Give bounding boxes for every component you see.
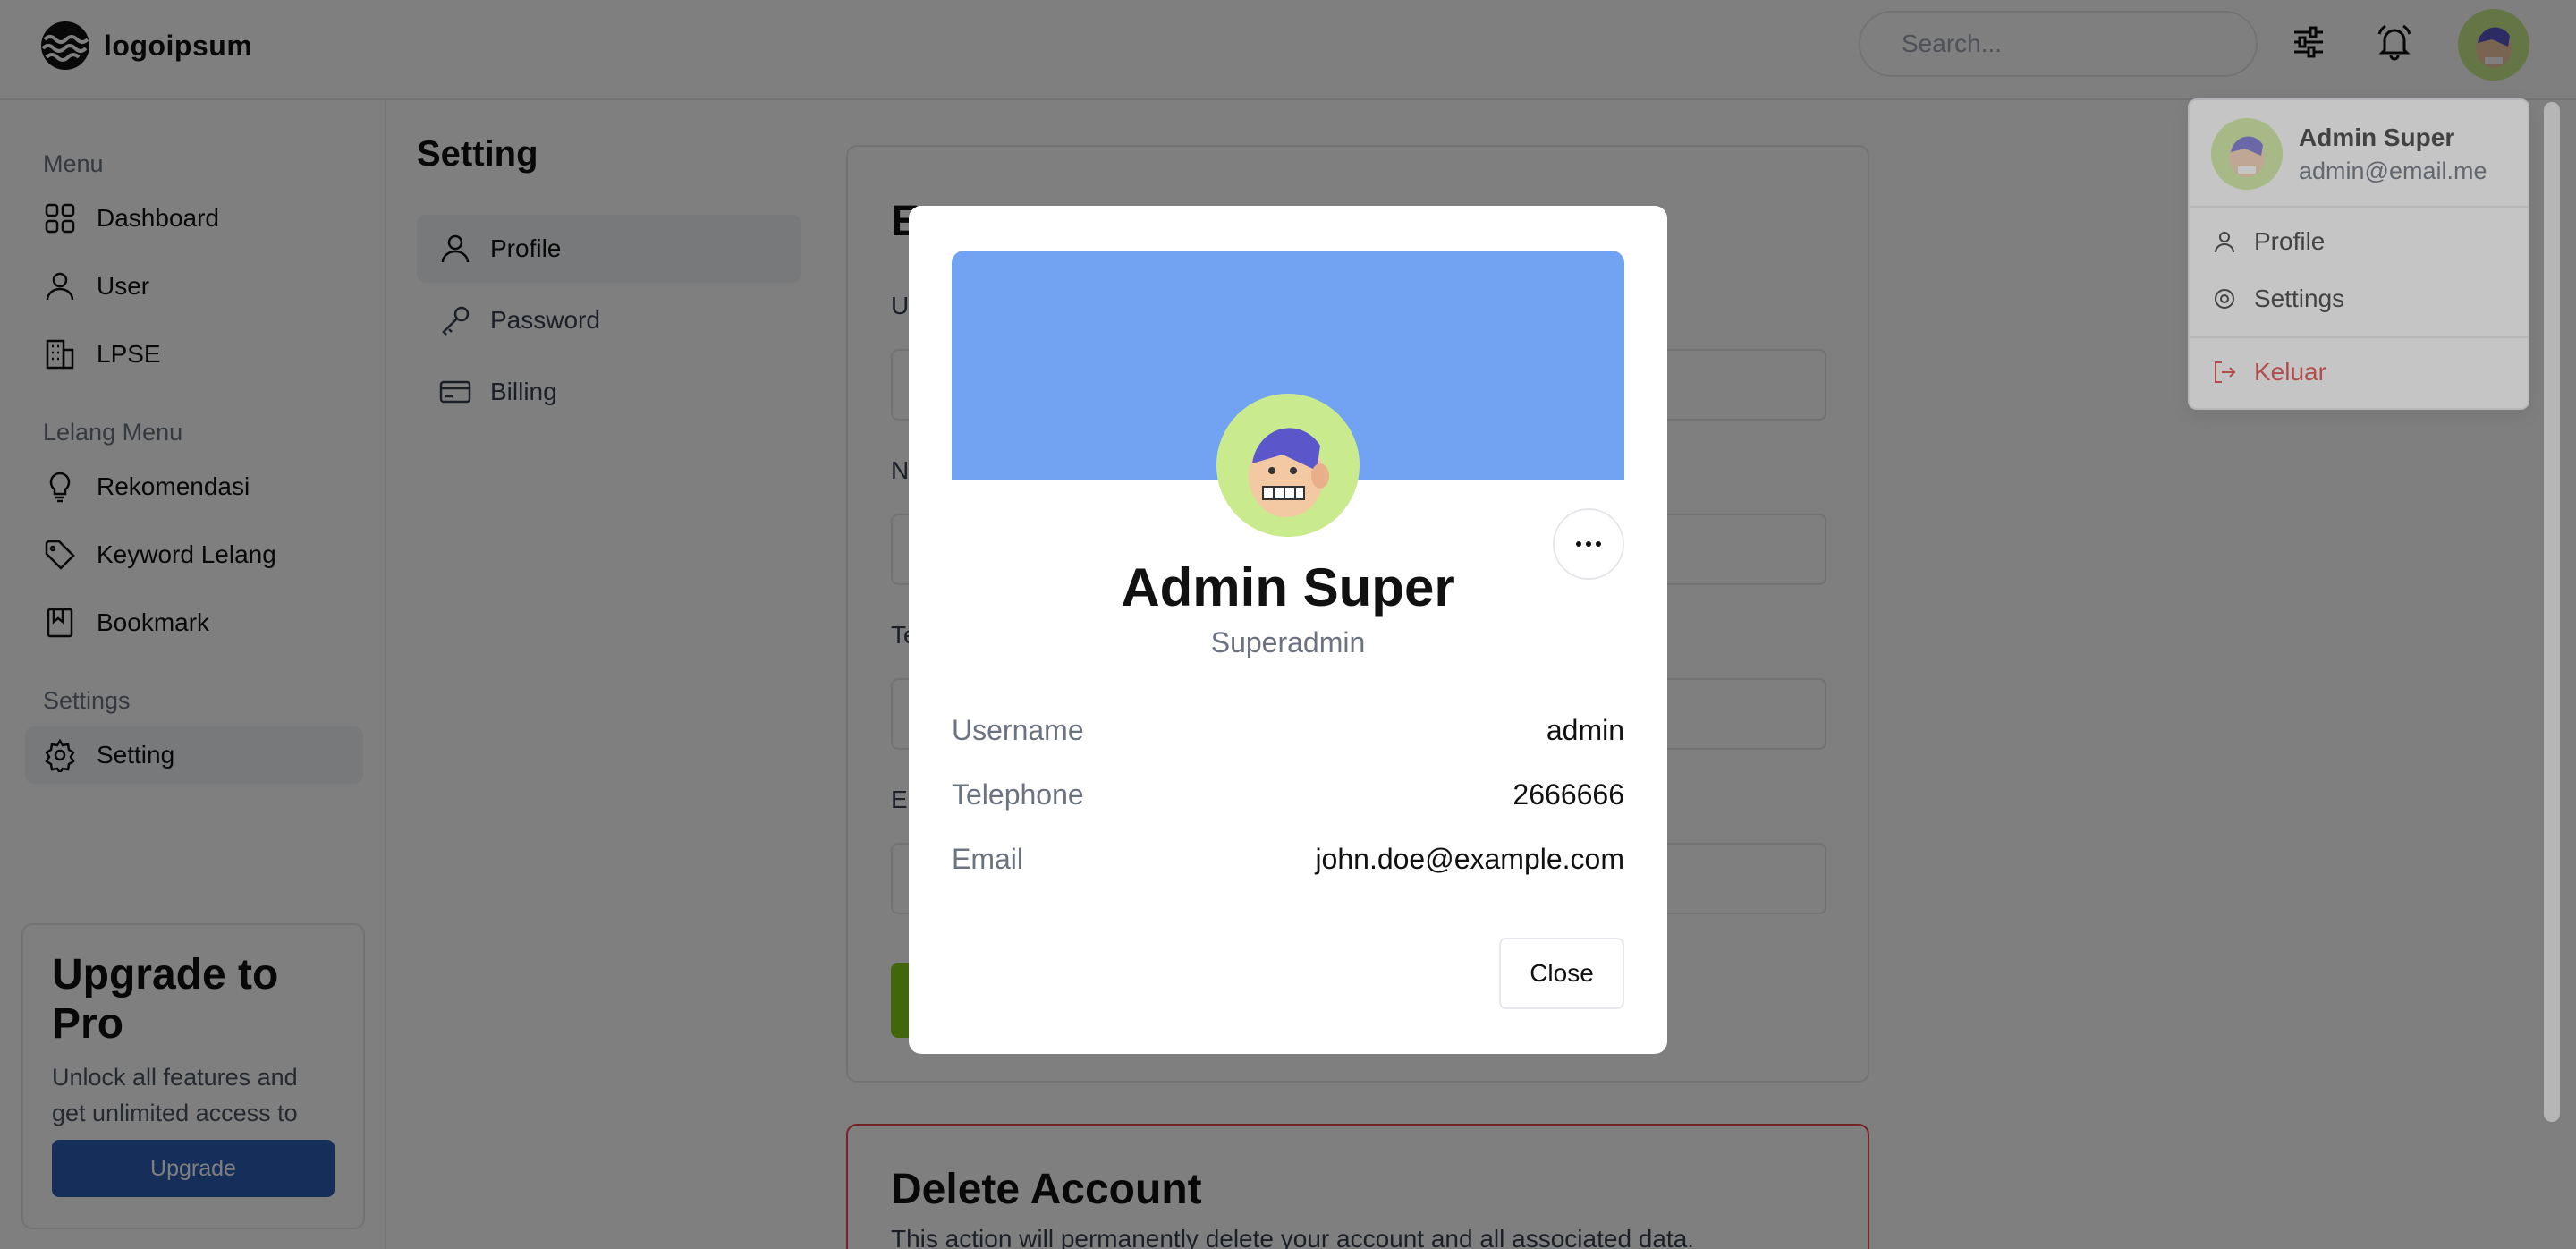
dropdown-user-name: Admin Super xyxy=(2299,123,2455,151)
info-value: john.doe@example.com xyxy=(1315,842,1624,875)
close-button[interactable]: Close xyxy=(1499,938,1624,1009)
dropdown-item-profile[interactable]: Profile xyxy=(2211,227,2325,256)
dropdown-user-email: admin@email.me xyxy=(2299,157,2487,184)
dropdown-item-logout[interactable]: Keluar xyxy=(2211,358,2326,387)
ellipsis-icon xyxy=(1576,541,1601,547)
profile-role: Superadmin xyxy=(1210,626,1366,658)
divider xyxy=(2190,206,2528,208)
info-label: Telephone xyxy=(952,777,1084,811)
dropdown-item-label: Profile xyxy=(2254,227,2326,255)
gear-icon xyxy=(2215,289,2234,309)
profile-avatar xyxy=(1216,394,1360,537)
profile-modal: Admin Super Superadmin Username admin Te… xyxy=(909,206,1667,1054)
dropdown-item-label: Keluar xyxy=(2254,358,2326,386)
dropdown-item-settings[interactable]: Settings xyxy=(2211,285,2344,313)
logout-icon xyxy=(2215,361,2236,383)
info-label: Email xyxy=(952,842,1024,875)
dropdown-user-info: Admin Super admin@email.me xyxy=(2211,118,2487,190)
scrollbar-thumb[interactable] xyxy=(2544,102,2560,1122)
profile-name: Admin Super xyxy=(1121,557,1455,617)
info-row-email: Email john.doe@example.com xyxy=(952,837,1624,880)
info-value: 2666666 xyxy=(1513,777,1624,811)
user-dropdown-menu: Admin Super admin@email.me Profile Setti… xyxy=(2188,98,2529,410)
user-icon xyxy=(2215,232,2234,253)
info-row-username: Username admin xyxy=(952,709,1624,752)
info-row-telephone: Telephone 2666666 xyxy=(952,773,1624,816)
dropdown-item-label: Settings xyxy=(2254,285,2345,312)
divider xyxy=(2190,336,2528,338)
info-label: Username xyxy=(952,713,1084,746)
avatar xyxy=(2211,118,2283,190)
info-value: admin xyxy=(1546,713,1624,746)
